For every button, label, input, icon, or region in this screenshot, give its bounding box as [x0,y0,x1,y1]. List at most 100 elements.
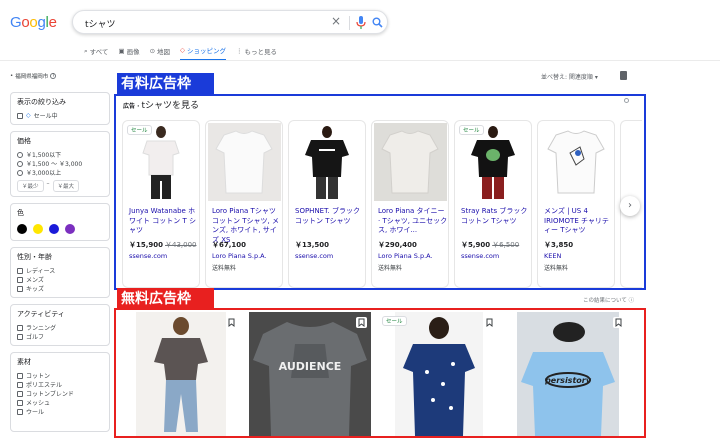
store-name: Loro Piana S.p.A. [378,252,433,260]
filter-color: 色 [10,203,110,241]
header-divider [0,60,720,61]
filter-sidebar: 表示の絞り込み ◇ セール中 価格 ￥1,500以下 ￥1,500 ～ ￥3,00… [10,92,110,438]
filter-material-option[interactable]: コットン [17,371,103,380]
tab-shopping[interactable]: ◇ ショッピング [180,45,227,61]
bookmark-icon[interactable] [613,317,624,328]
sale-badge: セール [459,125,484,135]
product-card[interactable]: SOPHNET. ブラック コットン Tシャツ ￥13,500 ssense.c… [288,120,366,288]
filter-price-option[interactable]: ￥1,500 ～ ￥3,000 [17,159,103,168]
price-min-input[interactable]: ￥最少 [17,180,44,192]
filter-material-option[interactable]: ウール [17,407,103,416]
product-image [540,123,613,201]
info-icon[interactable] [624,98,629,103]
sort-dropdown[interactable]: 並べ替え: 関連度順 ▾ [541,72,598,81]
location-dot-icon: • [10,73,14,79]
filter-material-option[interactable]: ポリエステル [17,380,103,389]
sale-badge: セール [127,125,152,135]
product-card[interactable]: セール Stray Rats ブラック コットン Tシャツ ￥5,900 ￥6,5… [454,120,532,288]
product-title[interactable]: Stray Rats ブラック コットン Tシャツ [461,207,531,226]
shirt-print-text: AUDIENCE [279,360,342,373]
filter-activity-option[interactable]: ランニング [17,323,103,332]
bookmark-icon[interactable] [226,317,237,328]
product-card[interactable]: セール Junya Watanabe ホワイト コットン T シャツ ￥15,9… [122,120,200,288]
product-image [291,123,364,201]
checkbox-icon [17,399,23,406]
image-icon: ▣ [118,47,125,55]
help-icon: ? [50,73,57,79]
filter-material: 素材 コットン ポリエステル コットンブレンド メッシュ ウール [10,352,110,432]
store-name: ssense.com [129,252,168,260]
free-listing-image[interactable]: AUDIENCE [249,312,371,436]
product-card[interactable]: Loro Piana タイニー · Tシャツ, ユニセックス, ホワイ... ￥… [371,120,449,288]
carousel-next-button[interactable]: › [620,196,640,216]
color-swatch-purple[interactable] [65,224,75,234]
tab-images[interactable]: ▣ 画像 [118,45,139,61]
tab-all[interactable]: ⌕ すべて [84,45,108,61]
radio-icon [17,151,23,158]
checkbox-icon [17,276,23,283]
search-input[interactable]: tシャツ [85,17,116,30]
filter-gender-option[interactable]: キッズ [17,284,103,293]
view-toggle-icon[interactable] [620,71,627,80]
filter-activity-option[interactable]: ゴルフ [17,332,103,341]
color-swatch-black[interactable] [17,224,27,234]
search-divider [349,16,350,30]
search-tabs: ⌕ すべて ▣ 画像 ⊙ 地図 ◇ ショッピング ⋮ もっと見る [84,45,277,61]
free-listings-annotation: 無料広告枠 [117,288,214,310]
search-box[interactable]: tシャツ × [72,10,388,34]
product-title[interactable]: メンズ | US 4 IRIOMOTE チャリティー Tシャツ [544,207,614,236]
checkbox-icon [17,381,23,388]
bookmark-icon[interactable] [356,317,367,328]
filter-gender-option[interactable]: レディース [17,266,103,275]
product-title[interactable]: Junya Watanabe ホワイト コットン T シャツ [129,207,199,236]
about-results-link[interactable]: この結果について ⓘ [583,296,634,304]
product-card[interactable]: メンズ | US 4 IRIOMOTE チャリティー Tシャツ ￥3,850 K… [537,120,615,288]
clear-icon[interactable]: × [331,14,341,28]
location[interactable]: • 福岡県福岡市 ? [10,72,57,80]
filter-price: 価格 ￥1,500以下 ￥1,500 ～ ￥3,000 ￥3,000以上 ￥最少… [10,131,110,197]
product-price: ￥5,900 ￥6,500 [461,241,520,249]
checkbox-icon [17,408,23,415]
product-card[interactable]: Loro Piana Tシャツ コットン Tシャツ, メンズ, ホワイト, サイ… [205,120,283,288]
checkbox-icon [17,372,23,379]
mic-icon[interactable] [356,16,366,29]
color-swatch-blue[interactable] [49,224,59,234]
filter-material-option[interactable]: メッシュ [17,398,103,407]
checkbox-icon [17,285,23,292]
range-dash: – [46,180,50,187]
product-image [208,123,281,201]
checkbox-icon [17,324,23,331]
bookmark-icon[interactable] [484,317,495,328]
chevron-down-icon: ▾ [594,74,598,81]
tab-more[interactable]: ⋮ もっと見る [236,45,277,61]
store-name: ssense.com [461,252,500,260]
tab-maps[interactable]: ⊙ 地図 [150,45,170,61]
map-pin-icon: ⊙ [149,47,156,55]
free-listing-image[interactable] [395,312,483,436]
price-max-input[interactable]: ￥最大 [52,180,80,192]
google-logo[interactable]: Google [10,14,57,31]
product-title[interactable]: SOPHNET. ブラック コットン Tシャツ [295,207,365,226]
product-title[interactable]: Loro Piana タイニー · Tシャツ, ユニセックス, ホワイ... [378,207,448,236]
color-swatch-yellow[interactable] [33,224,43,234]
paid-ads-annotation: 有料広告枠 [117,73,214,95]
product-price: ￥67,100 [212,241,247,249]
chevron-right-icon: › [628,200,632,211]
info-icon: ⓘ [628,298,635,304]
tag-icon: ◇ [180,46,186,54]
ads-heading: 広告 · tシャツを見る [123,101,199,111]
store-name: ssense.com [295,252,334,260]
filter-price-option[interactable]: ￥1,500以下 [17,150,103,159]
more-vert-icon: ⋮ [236,47,243,55]
filter-material-option[interactable]: コットンブレンド [17,389,103,398]
product-price: ￥15,900 ￥43,000 [129,241,197,249]
tag-icon: ◇ [26,112,31,119]
free-listing-image[interactable] [136,312,226,436]
shipping-info: 送料無料 [544,265,569,272]
free-listing-image[interactable]: persistory [517,312,619,436]
filter-price-option[interactable]: ￥3,000以上 [17,168,103,177]
search-icon[interactable] [372,17,383,28]
product-price: ￥290,400 [378,241,417,249]
filter-sale[interactable]: ◇ セール中 [17,111,103,120]
filter-gender-option[interactable]: メンズ [17,275,103,284]
